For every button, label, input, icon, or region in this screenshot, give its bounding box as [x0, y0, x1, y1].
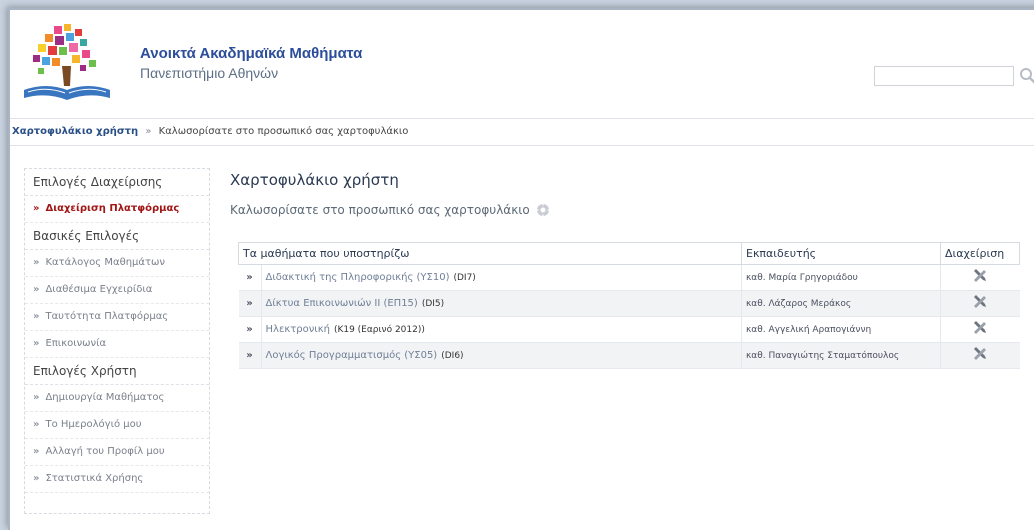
sidebar-item-label: Κατάλογος Μαθημάτων — [45, 257, 165, 268]
admin-cell — [940, 342, 1020, 369]
courses-table: Τα μαθήματα που υποστηρίζω Εκπαιδευτής Δ… — [238, 242, 1020, 369]
bullet-icon: » — [33, 284, 40, 295]
breadcrumb-current: Καλωσορίσατε στο προσωπικό σας χαρτοφυλά… — [158, 126, 409, 137]
search-icon[interactable] — [1019, 67, 1034, 85]
site-subtitle: Πανεπιστήμιο Αθηνών — [140, 65, 279, 81]
breadcrumb-separator: » — [145, 126, 152, 137]
bullet-icon: » — [238, 342, 262, 369]
sidebar-item-usage-stats[interactable]: » Στατιστικά Χρήσης — [25, 466, 209, 493]
bullet-icon: » — [33, 473, 40, 484]
column-header-admin: Διαχείριση — [940, 242, 1020, 265]
table-row: » Ηλεκτρονική (K19 (Εαρινό 2012)) καθ. Αγ… — [238, 316, 1020, 343]
course-link[interactable]: Ηλεκτρονική — [266, 324, 330, 335]
course-link[interactable]: Διδακτική της Πληροφορικής (ΥΣ10) — [266, 272, 450, 283]
sidebar-item-label: Αλλαγή του Προφίλ μου — [45, 446, 165, 457]
welcome-text: Καλωσορίσατε στο προσωπικό σας χαρτοφυλά… — [230, 203, 530, 217]
instructor-cell: καθ. Αγγελική Αραπογιάννη — [741, 316, 941, 343]
sidebar-item-label: Διαχείριση Πλατφόρμας — [45, 203, 180, 214]
bullet-icon: » — [238, 264, 262, 291]
course-cell: Δίκτυα Επικοινωνιών II (ΕΠ15) (DI5) — [261, 290, 742, 317]
bullet-icon: » — [238, 316, 262, 343]
logo-trunk — [62, 66, 71, 86]
course-cell: Ηλεκτρονική (K19 (Εαρινό 2012)) — [261, 316, 742, 343]
breadcrumb: Χαρτοφυλάκιο χρήστη » Καλωσορίσατε στο π… — [10, 118, 1034, 146]
logo-book — [24, 86, 110, 100]
instructor-cell: καθ. Παναγιώτης Σταματόπουλος — [741, 342, 941, 369]
column-header-instructor: Εκπαιδευτής — [741, 242, 941, 265]
instructor-cell: καθ. Μαρία Γρηγοριάδου — [741, 264, 941, 291]
sidebar-item-label: Το Ημερολόγιό μου — [45, 419, 142, 430]
sidebar-item-label: Δημιουργία Μαθήματος — [45, 392, 165, 403]
sidebar: Επιλογές Διαχείρισης » Διαχείριση Πλατφόρ… — [24, 168, 210, 514]
tools-icon[interactable] — [972, 268, 988, 284]
search-input[interactable] — [874, 66, 1014, 86]
tools-icon[interactable] — [972, 320, 988, 336]
bullet-icon: » — [33, 203, 40, 214]
bullet-icon: » — [33, 446, 40, 457]
sidebar-item-label: Στατιστικά Χρήσης — [45, 473, 144, 484]
table-row: » Δίκτυα Επικοινωνιών II (ΕΠ15) (DI5) καθ… — [238, 290, 1020, 317]
main-content: Χαρτοφυλάκιο χρήστη Καλωσορίσατε στο προ… — [230, 168, 1030, 369]
tools-icon[interactable] — [972, 294, 988, 310]
sidebar-item-platform-admin[interactable]: » Διαχείριση Πλατφόρμας — [25, 196, 209, 223]
table-row: » Διδακτική της Πληροφορικής (ΥΣ10) (DI7)… — [238, 264, 1020, 291]
sidebar-item-course-catalog[interactable]: » Κατάλογος Μαθημάτων — [25, 250, 209, 277]
page-frame: Ανοικτά Ακαδημαϊκά Μαθήματα Πανεπιστήμιο… — [8, 8, 1034, 530]
sidebar-item-platform-identity[interactable]: » Ταυτότητα Πλατφόρμας — [25, 304, 209, 331]
tools-icon[interactable] — [972, 346, 988, 362]
bullet-icon: » — [33, 338, 40, 349]
table-row: » Λογικός Προγραμματισμός (ΥΣ05) (DI6) κα… — [238, 342, 1020, 369]
admin-cell — [940, 290, 1020, 317]
sidebar-item-create-course[interactable]: » Δημιουργία Μαθήματος — [25, 385, 209, 412]
course-code: (DI6) — [441, 351, 464, 361]
site-title[interactable]: Ανοικτά Ακαδημαϊκά Μαθήματα — [140, 45, 362, 62]
sidebar-item-label: Ταυτότητα Πλατφόρμας — [45, 311, 169, 322]
bullet-icon: » — [33, 392, 40, 403]
admin-cell — [940, 316, 1020, 343]
logo[interactable] — [18, 22, 116, 108]
course-code: (DI7) — [453, 273, 476, 283]
breadcrumb-root-link[interactable]: Χαρτοφυλάκιο χρήστη — [12, 126, 138, 137]
bullet-icon: » — [33, 311, 40, 322]
course-link[interactable]: Δίκτυα Επικοινωνιών II (ΕΠ15) — [266, 298, 418, 309]
column-header-course: Τα μαθήματα που υποστηρίζω — [238, 242, 742, 265]
sidebar-item-contact[interactable]: » Επικοινωνία — [25, 331, 209, 358]
sidebar-item-change-profile[interactable]: » Αλλαγή του Προφίλ μου — [25, 439, 209, 466]
admin-cell — [940, 264, 1020, 291]
sidebar-section-basic-title: Βασικές Επιλογές — [25, 223, 209, 250]
course-link[interactable]: Λογικός Προγραμματισμός (ΥΣ05) — [266, 350, 438, 361]
sidebar-section-user-title: Επιλογές Χρήστη — [25, 358, 209, 385]
instructor-cell: καθ. Λάζαρος Μεράκος — [741, 290, 941, 317]
header: Ανοικτά Ακαδημαϊκά Μαθήματα Πανεπιστήμιο… — [10, 10, 1034, 118]
sidebar-section-admin-title: Επιλογές Διαχείρισης — [25, 169, 209, 196]
bullet-icon: » — [238, 290, 262, 317]
course-cell: Διδακτική της Πληροφορικής (ΥΣ10) (DI7) — [261, 264, 742, 291]
course-code: (K19 (Εαρινό 2012)) — [333, 325, 425, 335]
sidebar-item-my-calendar[interactable]: » Το Ημερολόγιό μου — [25, 412, 209, 439]
page-title: Χαρτοφυλάκιο χρήστη — [230, 171, 399, 189]
sidebar-item-label: Διαθέσιμα Εγχειρίδια — [45, 284, 153, 295]
gear-icon[interactable] — [536, 203, 550, 217]
table-header-row: Τα μαθήματα που υποστηρίζω Εκπαιδευτής Δ… — [238, 242, 1020, 265]
sidebar-item-manuals[interactable]: » Διαθέσιμα Εγχειρίδια — [25, 277, 209, 304]
course-code: (DI5) — [421, 299, 445, 309]
bullet-icon: » — [33, 419, 40, 430]
bullet-icon: » — [33, 257, 40, 268]
welcome-line: Καλωσορίσατε στο προσωπικό σας χαρτοφυλά… — [230, 203, 1030, 217]
course-cell: Λογικός Προγραμματισμός (ΥΣ05) (DI6) — [261, 342, 742, 369]
sidebar-item-label: Επικοινωνία — [45, 338, 107, 349]
